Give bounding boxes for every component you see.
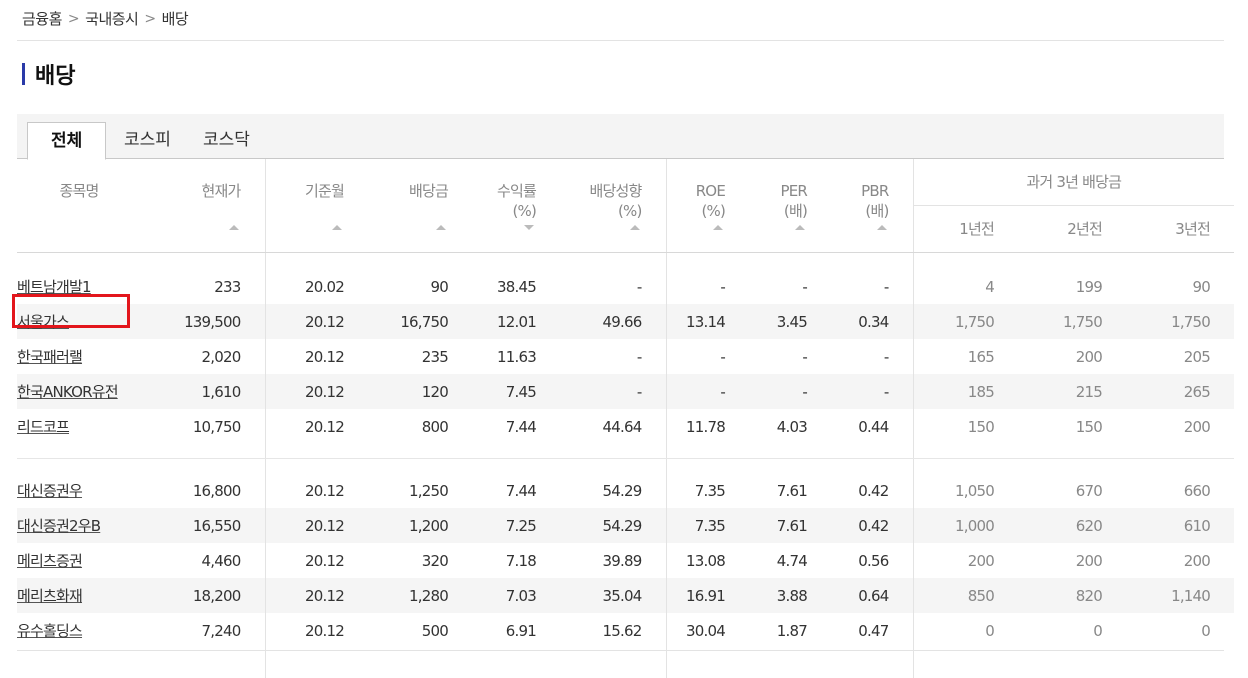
highlight-box [12, 294, 130, 328]
title-accent-bar [22, 63, 25, 85]
col-header-pbr[interactable]: PBR (배) [831, 159, 913, 244]
table-row: 서울가스 139,500 20.12 16,750 12.01 49.66 13… [17, 304, 1235, 339]
stock-name-link[interactable]: 메리츠증권 [17, 552, 83, 570]
col-header-past-3y: 과거 3년 배당금 [912, 159, 1235, 206]
sort-up-icon[interactable] [332, 225, 342, 230]
col-header-roe[interactable]: ROE (%) [667, 159, 750, 244]
chevron-right-icon: > [144, 10, 156, 27]
col-header-2y-ago: 2년전 [1067, 220, 1103, 238]
stock-name-link[interactable]: 대신증권우 [17, 482, 83, 500]
stock-name-link[interactable]: 한국패러랠 [17, 348, 83, 366]
breadcrumb: 금융홈 > 국내증시 > 배당 [22, 8, 189, 29]
table-row: 메리츠화재 18,200 20.12 1,280 7.03 35.04 16.9… [17, 578, 1235, 613]
sort-down-icon[interactable] [524, 225, 534, 230]
sort-up-icon[interactable] [795, 225, 805, 230]
col-header-payout[interactable]: 배당성향 (%) [560, 159, 666, 244]
breadcrumb-item-market[interactable]: 국내증시 [85, 8, 139, 29]
breadcrumb-item-home[interactable]: 금융홈 [22, 8, 62, 29]
page-title-text: 배당 [35, 64, 76, 89]
market-tabs: 전체 코스피 코스닥 [17, 114, 1224, 160]
table-row: 한국ANKOR유전 1,610 20.12 120 7.45 - - - - 1… [17, 374, 1235, 409]
table-row: 유수홀딩스 7,240 20.12 500 6.91 15.62 30.04 1… [17, 613, 1234, 648]
sort-up-icon[interactable] [228, 225, 239, 230]
sort-up-icon[interactable] [629, 225, 640, 230]
stock-name-link[interactable]: 대신증권2우B [17, 517, 101, 535]
dividend-table: 종목명 현재가 기준월 배당금 수익률 (%) 배당성향 (%) ROE (%) PE… [17, 159, 1235, 678]
col-header-3y-ago: 3년전 [1175, 220, 1211, 238]
table-row: 대신증권2우B 16,550 20.12 1,200 7.25 54.29 7.… [17, 508, 1235, 543]
sort-up-icon[interactable] [713, 225, 723, 230]
col-header-1y-ago: 1년전 [912, 205, 1018, 252]
table-row: 한국패러랠 2,020 20.12 235 11.63 - - - - 165 … [17, 339, 1234, 374]
stock-name-link[interactable]: 유수홀딩스 [17, 622, 83, 640]
divider [17, 650, 1224, 651]
col-header-price[interactable]: 현재가 [141, 159, 265, 244]
breadcrumb-item-current: 배당 [161, 10, 189, 28]
stock-name-link[interactable]: 한국ANKOR유전 [17, 383, 119, 401]
col-header-base-month[interactable]: 기준월 [266, 159, 369, 244]
stock-name-link[interactable]: 메리츠화재 [17, 587, 83, 605]
table-row: 대신증권우 16,800 20.12 1,250 7.44 54.29 7.35… [17, 473, 1234, 508]
sort-up-icon[interactable] [436, 225, 446, 230]
tab-all[interactable]: 전체 [27, 122, 107, 160]
chevron-right-icon: > [67, 10, 80, 27]
tab-kosdaq[interactable]: 코스닥 [203, 122, 250, 158]
tab-kospi[interactable]: 코스피 [124, 122, 171, 158]
table-row: 리드코프 10,750 20.12 800 7.44 44.64 11.78 4… [17, 409, 1234, 444]
col-header-dividend[interactable]: 배당금 [368, 159, 472, 244]
sort-up-icon[interactable] [876, 225, 887, 230]
page-title: 배당 [22, 58, 75, 90]
col-header-name[interactable]: 종목명 [17, 159, 141, 244]
col-header-per[interactable]: PER (배) [749, 159, 831, 244]
table-row: 베트남개발1 233 20.02 90 38.45 - - - - 4 199 … [17, 269, 1234, 304]
divider [17, 40, 1224, 41]
col-header-yield[interactable]: 수익률 (%) [472, 159, 560, 244]
table-row: 메리츠증권 4,460 20.12 320 7.18 39.89 13.08 4… [17, 543, 1234, 578]
stock-name-link[interactable]: 리드코프 [17, 418, 70, 436]
